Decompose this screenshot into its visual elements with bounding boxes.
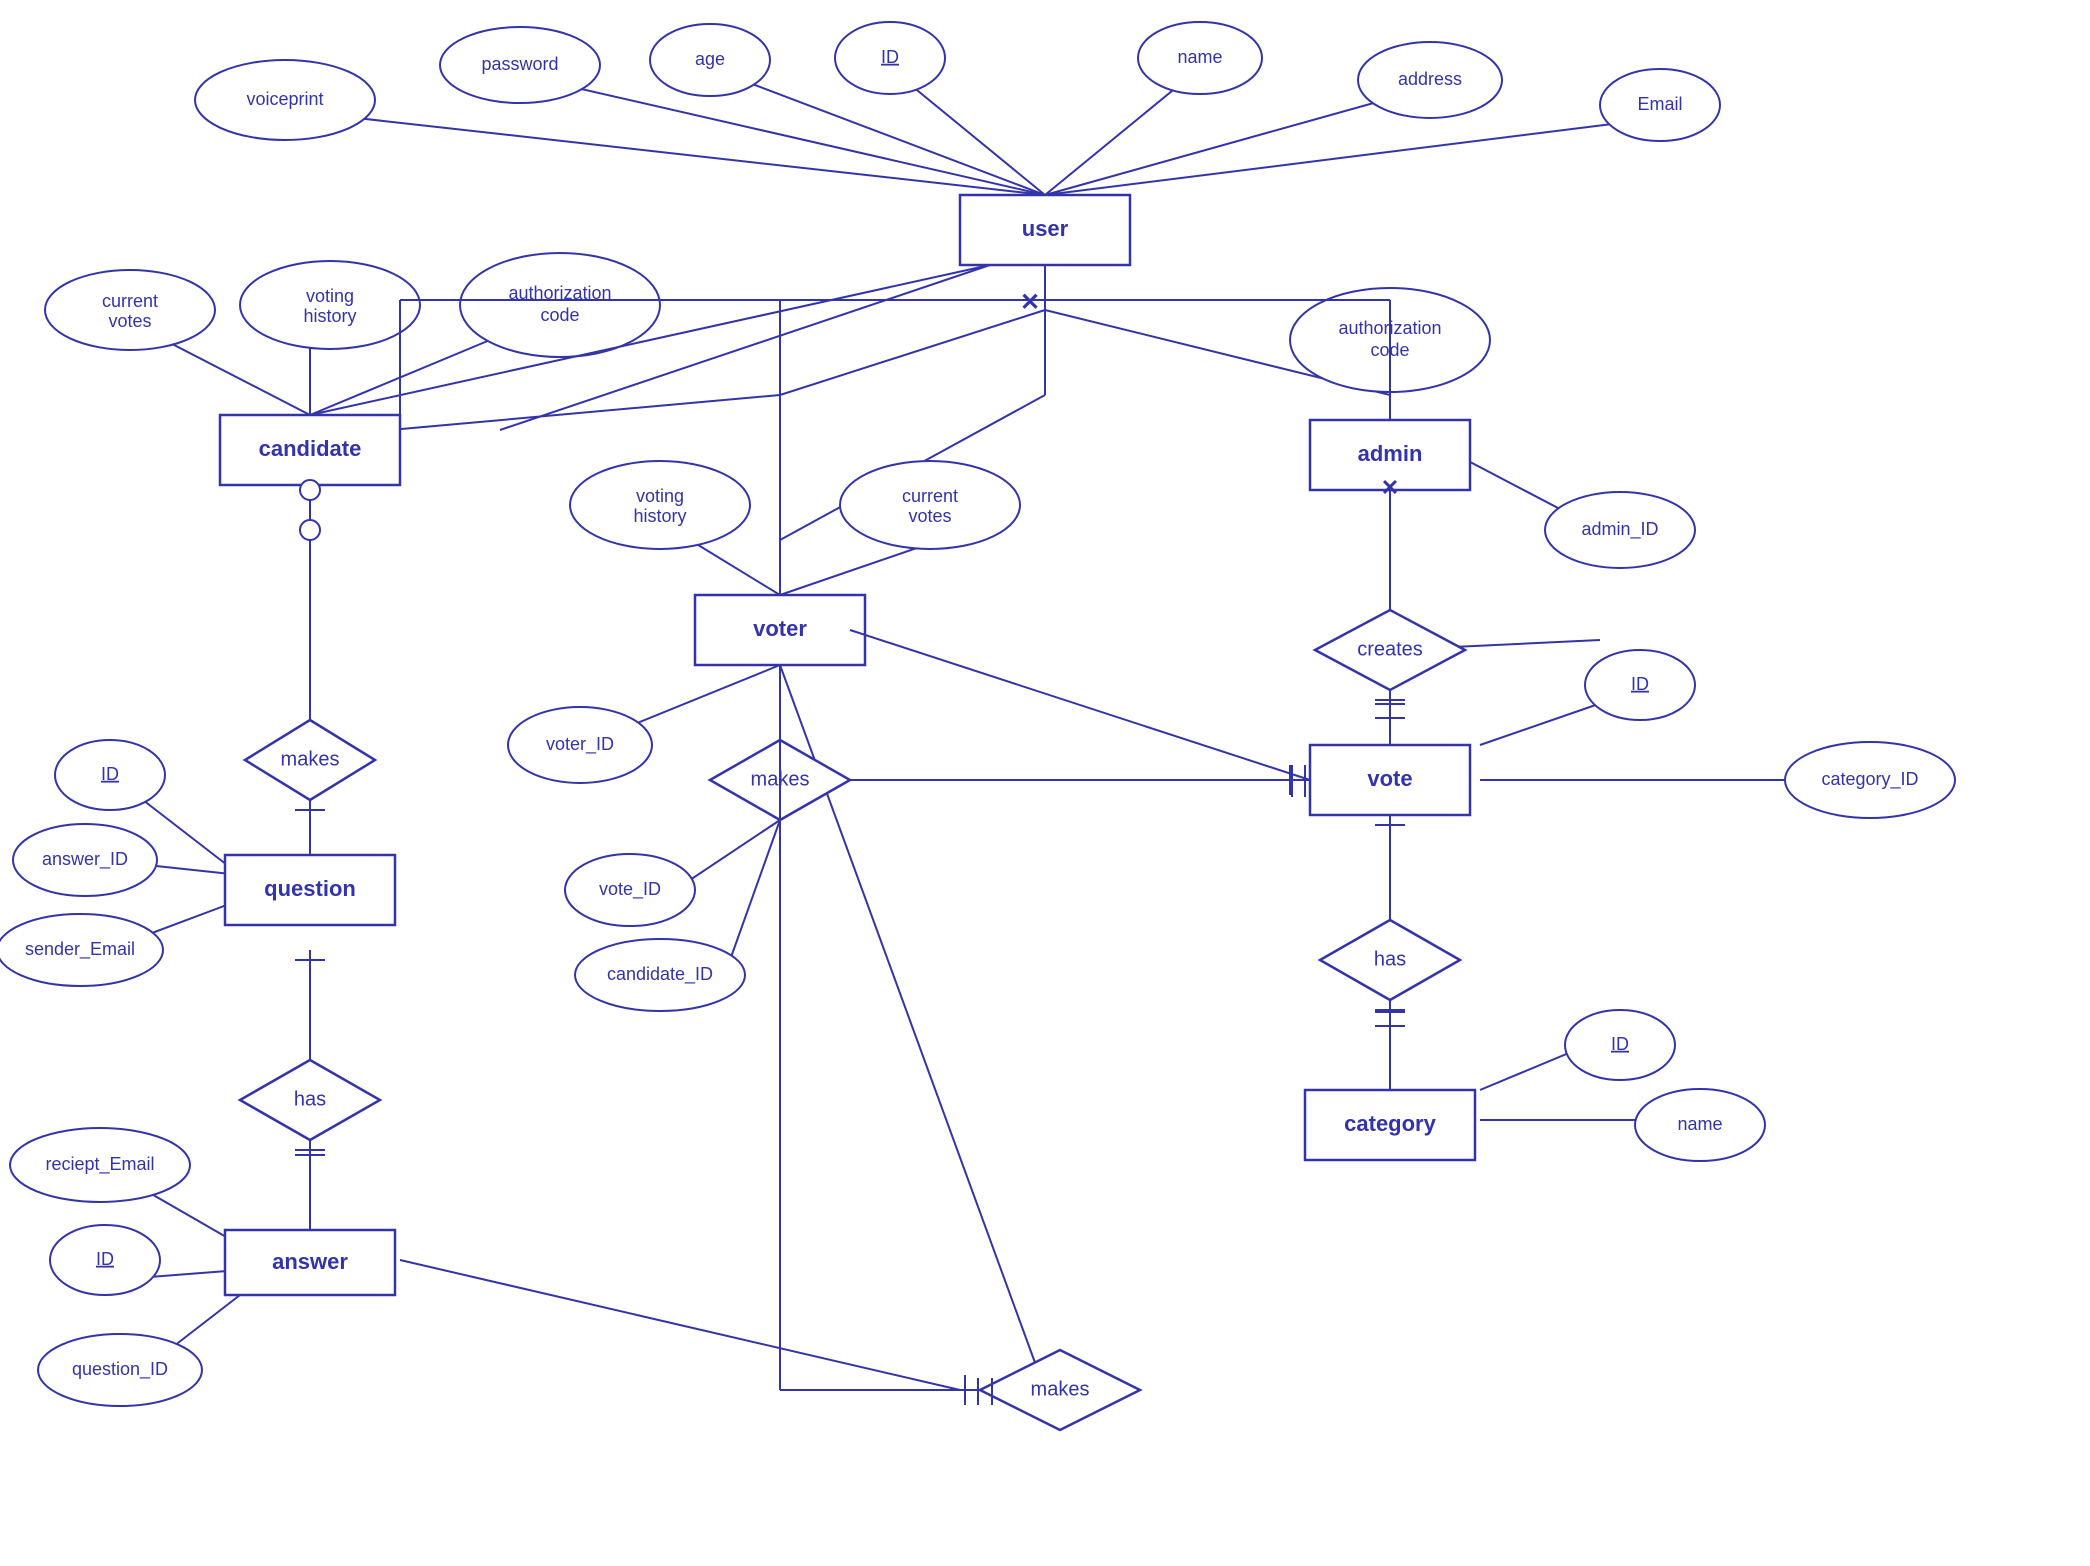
attr-candidate-voting-history-label2: history [303, 306, 356, 326]
attr-voter-current-votes-label: current [902, 486, 958, 506]
entity-user-label: user [1022, 216, 1069, 241]
rel-makes1-label: makes [281, 748, 340, 770]
attr-voter-voting-history-label: voting [636, 486, 684, 506]
attr-address-label: address [1398, 69, 1462, 89]
attr-voiceprint-label: voiceprint [246, 89, 323, 109]
attr-question-id-label: ID [101, 764, 119, 784]
attr-candidate-current-votes-label: current [102, 291, 158, 311]
attr-category-id-label: ID [1611, 1034, 1629, 1054]
entity-answer-label: answer [272, 1249, 348, 1274]
entity-vote-label: vote [1367, 766, 1412, 791]
attr-category-name-label: name [1677, 1114, 1722, 1134]
entity-category-label: category [1344, 1111, 1436, 1136]
attr-candidate-auth-code-label2: code [540, 305, 579, 325]
entity-question-label: question [264, 876, 356, 901]
attr-age-label: age [695, 49, 725, 69]
attr-voter-current-votes-label2: votes [908, 506, 951, 526]
entity-candidate-label: candidate [259, 436, 362, 461]
rel-has1-label: has [1374, 948, 1406, 970]
attr-vote-id-label: ID [1631, 674, 1649, 694]
attr-password-label: password [481, 54, 558, 74]
rel-makes3-label: makes [1031, 1378, 1090, 1400]
attr-name-label: name [1177, 47, 1222, 67]
attr-sender-email-label: sender_Email [25, 939, 135, 960]
attr-candidate-current-votes-label2: votes [108, 311, 151, 331]
crow-foot-x2: ✕ [1381, 475, 1399, 500]
attr-makes2-candidate-id-label: candidate_ID [607, 964, 713, 985]
attr-email-label: Email [1637, 94, 1682, 114]
entity-voter-label: voter [753, 616, 807, 641]
entity-admin-label: admin [1358, 441, 1423, 466]
attr-candidate-voting-history-label: voting [306, 286, 354, 306]
attr-user-id-label: ID [881, 47, 899, 67]
attr-makes2-vote-id-label: vote_ID [599, 879, 661, 900]
rel-has2-label: has [294, 1088, 326, 1110]
rel-creates-label: creates [1357, 638, 1423, 660]
attr-vote-category-id-label: category_ID [1821, 769, 1918, 790]
attr-admin-id-label: admin_ID [1581, 519, 1658, 540]
crow-foot-x1: ✕ [1020, 289, 1040, 316]
attr-answer-main-id-label: ID [96, 1249, 114, 1269]
attr-voter-id-label: voter_ID [546, 734, 614, 755]
attr-question-id2-label: question_ID [72, 1359, 168, 1380]
attr-voter-voting-history-label2: history [633, 506, 686, 526]
attr-reciept-email-label: reciept_Email [45, 1154, 154, 1175]
attr-answer-id-label: answer_ID [42, 849, 128, 870]
